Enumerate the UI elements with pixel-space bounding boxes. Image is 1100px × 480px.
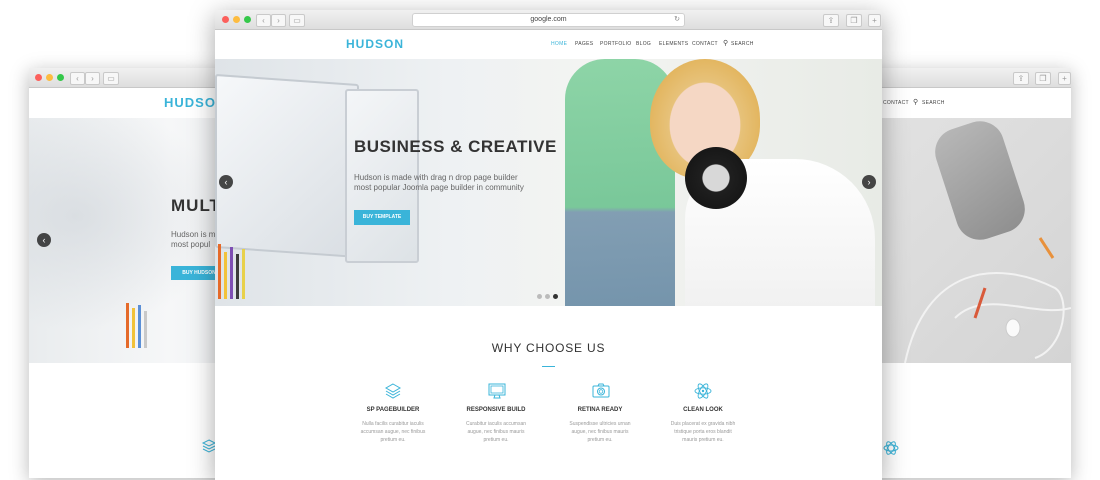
tabs-icon[interactable]: ❐ — [1035, 72, 1051, 85]
tabs-icon[interactable]: ❐ — [846, 14, 862, 27]
feature-desc-line: accumsan augue, nec finibus — [360, 429, 426, 435]
share-icon[interactable]: ⇪ — [823, 14, 839, 27]
pencil-cup — [124, 303, 152, 363]
feature-desc-line: pretium eu. — [380, 437, 406, 443]
feature-desc-line: Nulla facilis curabitur iaculis — [362, 421, 424, 427]
monitor-icon — [488, 383, 506, 399]
slide-dot-1[interactable] — [537, 294, 542, 299]
slider-pagination — [524, 292, 564, 302]
site-header: HUDSON HOME PAGES PORTFOLIO BLOG ELEMENT… — [215, 30, 882, 59]
feature-desc-line: augue, nec finibus mauris — [571, 429, 629, 435]
feature-desc-line: pretium eu. — [483, 437, 509, 443]
nav-search[interactable]: SEARCH — [922, 100, 945, 106]
feature-desc-line: tristique porta eros blandit — [674, 429, 732, 435]
nav-contact[interactable]: CONTACT — [692, 41, 718, 47]
feature-title: CLEAN LOOK — [683, 407, 723, 413]
section-divider — [542, 366, 555, 367]
monitor-image — [215, 73, 359, 259]
layers-icon — [384, 383, 402, 399]
hero-title: BUSINESS & CREATIVE — [354, 137, 557, 156]
buy-template-button[interactable]: BUY TEMPLATE — [354, 210, 410, 225]
hero-heading: MULT — [171, 196, 221, 215]
zoom-dot[interactable] — [244, 16, 251, 23]
feature-title: RETINA READY — [577, 407, 623, 413]
slider-prev-arrow[interactable]: ‹ — [219, 175, 233, 189]
slider-prev-arrow[interactable]: ‹ — [37, 233, 51, 247]
share-icon[interactable]: ⇪ — [1013, 72, 1029, 85]
minimize-dot[interactable] — [46, 74, 53, 81]
headphones-image — [685, 147, 747, 209]
sidebar-toggle-icon[interactable]: ▭ — [289, 14, 305, 27]
back-button[interactable]: ‹ — [256, 14, 271, 27]
browser-toolbar: ‹ › ▭ google.com ↻ ⇪ ❐ + — [215, 10, 882, 30]
feature-desc-line: Suspendisse ultricies urnan — [569, 421, 631, 427]
nav-search[interactable]: SEARCH — [731, 41, 754, 47]
feature-desc-line: Duis placerat ex gravida nibh — [670, 421, 736, 427]
nav-elements[interactable]: ELEMENTS — [659, 41, 688, 47]
feature-desc-line: mauris pretium eu. — [682, 437, 724, 443]
zoom-dot[interactable] — [57, 74, 64, 81]
pencil-cup — [215, 244, 251, 306]
feature-desc-line: pretium eu. — [587, 437, 613, 443]
slide-dot-3[interactable] — [553, 294, 558, 299]
address-bar[interactable]: google.com ↻ — [412, 13, 685, 27]
main-browser-window: ‹ › ▭ google.com ↻ ⇪ ❐ + HUDSON HOME PAG… — [215, 10, 882, 480]
hero-text-line-2: most popul — [171, 240, 211, 249]
hero-subtitle-line-2: most popular Joomla page builder in comm… — [354, 183, 524, 192]
woman-photo — [645, 59, 882, 306]
slider-next-arrow[interactable]: › — [862, 175, 876, 189]
search-icon[interactable]: ⚲ — [913, 98, 918, 106]
nav-portfolio[interactable]: PORTFOLIO — [600, 41, 632, 47]
nav-contact[interactable]: CONTACT — [883, 100, 909, 106]
slide-dot-2[interactable] — [545, 294, 550, 299]
feature-desc-line: augue, nec finibus mauris — [467, 429, 525, 435]
nav-home[interactable]: HOME — [551, 41, 567, 47]
feature-desc-line: Curabitur iaculis accumsan — [465, 421, 527, 427]
reload-icon[interactable]: ↻ — [674, 14, 680, 26]
close-dot[interactable] — [35, 74, 42, 81]
nav-blog[interactable]: BLOG — [636, 41, 651, 47]
new-tab-icon[interactable]: + — [1058, 72, 1071, 85]
section-title: WHY CHOOSE US — [491, 341, 606, 355]
back-button[interactable]: ‹ — [70, 72, 85, 85]
close-dot[interactable] — [222, 16, 229, 23]
feature-title: SP PAGEBUILDER — [366, 407, 420, 413]
url-text: google.com — [530, 16, 567, 23]
hero-slider: ‹ › BUSINESS & CREATIVE Hudson is made w… — [215, 59, 882, 306]
hero-text-line-1: Hudson is m — [171, 230, 216, 239]
forward-button[interactable]: › — [271, 14, 286, 27]
sidebar-toggle-icon[interactable]: ▭ — [103, 72, 119, 85]
camera-icon — [592, 383, 610, 398]
atom-icon — [883, 440, 899, 461]
hero-subtitle-line-1: Hudson is made with drag n drop page bui… — [354, 173, 518, 182]
minimize-dot[interactable] — [233, 16, 240, 23]
forward-button[interactable]: › — [85, 72, 100, 85]
site-logo[interactable]: HUDSON — [346, 37, 404, 51]
atom-icon — [694, 383, 712, 399]
new-tab-icon[interactable]: + — [868, 14, 881, 27]
feature-title: RESPONSIVE BUILD — [466, 407, 526, 413]
nav-pages[interactable]: PAGES — [575, 41, 593, 47]
search-icon[interactable]: ⚲ — [723, 39, 728, 47]
